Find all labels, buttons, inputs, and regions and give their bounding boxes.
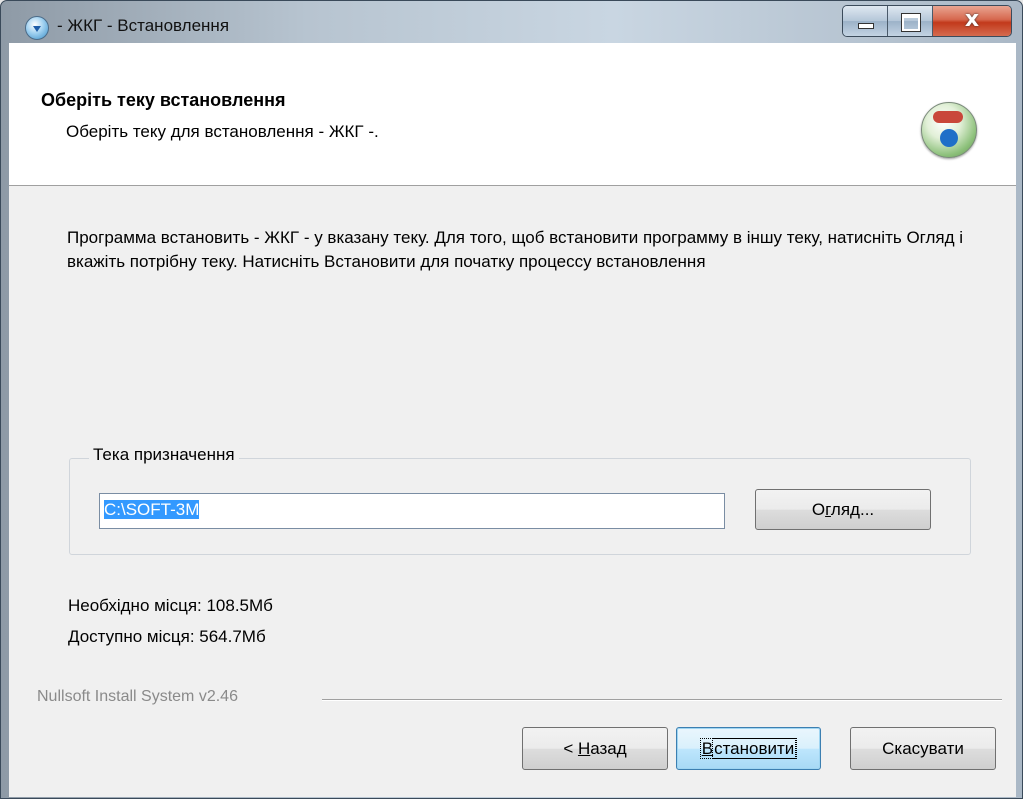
installer-app-icon[interactable] [25, 16, 49, 40]
cancel-button[interactable]: Скасувати [850, 727, 996, 770]
close-button[interactable]: x [933, 6, 1011, 36]
back-button[interactable]: < Назад [522, 727, 668, 770]
install-button[interactable]: Встановити [676, 727, 821, 770]
space-required-text: Необхідно місця: 108.5Мб [68, 596, 273, 615]
browse-label-part: О [811, 500, 826, 519]
browse-button[interactable]: Огляд... [755, 489, 931, 530]
install-label: Встановити [699, 738, 798, 759]
instructions-text: Программа встановить - ЖКГ - у вказану т… [67, 228, 964, 271]
install-label-part: становити [712, 738, 797, 759]
maximize-button [888, 6, 933, 36]
space-available-text: Доступно місця: 564.7Мб [68, 627, 266, 646]
back-label-part: < [563, 739, 578, 758]
install-label-accel: В [701, 739, 714, 758]
destination-path-value: C:\SOFT-3M [104, 500, 200, 519]
back-label-part: азад [590, 739, 627, 758]
back-label-accel: Н [577, 739, 591, 758]
close-icon: x [964, 7, 980, 32]
page-title: Оберіть теку встановлення [41, 90, 286, 110]
page-subtitle: Оберіть теку для встановлення - ЖКГ -. [66, 122, 379, 141]
title-bar[interactable]: - ЖКГ - Встановлення x [1, 1, 1022, 43]
installer-window: - ЖКГ - Встановлення x Оберіть теку вста… [0, 0, 1023, 799]
browse-label-part: ляд... [830, 500, 875, 519]
window-title: - ЖКГ - Встановлення [57, 16, 230, 35]
branding-text: Nullsoft Install System v2.46 [37, 688, 238, 705]
window-controls: x [842, 5, 1012, 37]
dialog-client-area: Оберіть теку встановлення Оберіть теку д… [9, 43, 1016, 797]
page-header: Оберіть теку встановлення Оберіть теку д… [9, 43, 1016, 186]
destination-path-input[interactable]: C:\SOFT-3M [99, 493, 725, 529]
minimize-button[interactable] [843, 6, 888, 36]
maximize-icon [901, 13, 921, 32]
destination-group-label: Тека призначення [89, 445, 239, 465]
installer-logo-icon [921, 102, 977, 158]
minimize-icon [858, 23, 874, 29]
branding-divider [322, 699, 1002, 701]
